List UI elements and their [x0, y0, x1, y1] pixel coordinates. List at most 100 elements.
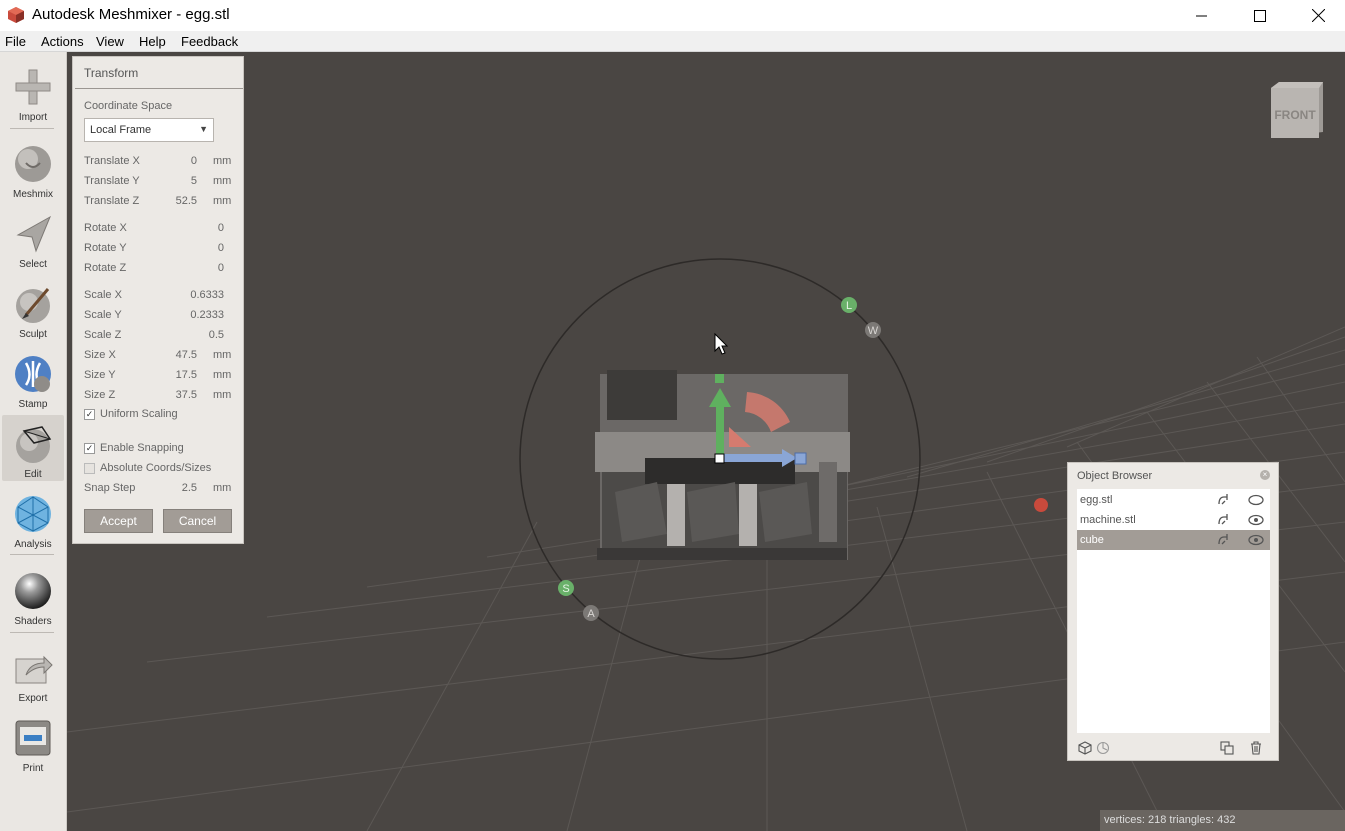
tool-print[interactable]: Print	[2, 709, 64, 775]
menu-view[interactable]: View	[96, 34, 124, 49]
size-z-field[interactable]: 37.5	[147, 389, 197, 401]
translate-y-label: Translate Y	[84, 175, 140, 187]
rotate-y-field[interactable]: 0	[174, 242, 224, 254]
view-cube[interactable]: FRONT	[1267, 80, 1325, 140]
menu-feedback[interactable]: Feedback	[181, 34, 238, 49]
shader-sphere-icon	[15, 573, 51, 609]
status-bar: vertices: 218 triangles: 432	[1100, 810, 1345, 831]
printer-icon	[15, 720, 51, 756]
panel-divider	[75, 88, 243, 89]
scale-z-field[interactable]: 0.5	[174, 329, 224, 341]
tool-edit-label: Edit	[24, 469, 42, 480]
cancel-button[interactable]: Cancel	[163, 509, 232, 533]
close-icon[interactable]: ×	[1260, 470, 1270, 480]
minimize-button[interactable]	[1173, 0, 1231, 31]
gizmo-label-s[interactable]: S	[558, 580, 574, 596]
eye-icon[interactable]	[1248, 513, 1264, 527]
snap-step-label: Snap Step	[84, 482, 136, 494]
tool-meshmix-label: Meshmix	[12, 189, 53, 200]
magnet-icon[interactable]	[1216, 533, 1230, 547]
coord-space-dropdown[interactable]: Local Frame ▼	[84, 118, 214, 142]
tool-select[interactable]: Select	[2, 205, 64, 271]
export-arrow-icon	[15, 655, 53, 684]
translate-y-field[interactable]: 5	[147, 175, 197, 187]
svg-text:A: A	[587, 608, 595, 620]
tool-import-label: Import	[18, 112, 48, 123]
accept-button[interactable]: Accept	[84, 509, 153, 533]
tool-sculpt-label: Sculpt	[19, 329, 47, 340]
size-x-label: Size X	[84, 349, 116, 361]
tool-analysis-label: Analysis	[14, 539, 52, 550]
window-title: Autodesk Meshmixer - egg.stl	[32, 6, 230, 23]
scale-x-field[interactable]: 0.6333	[174, 289, 224, 301]
left-toolbar: Import Meshmix Select Sculpt Stamp Edit …	[0, 52, 67, 831]
size-z-unit: mm	[213, 389, 232, 401]
size-x-unit: mm	[213, 349, 232, 361]
translate-x-label: Translate X	[84, 155, 140, 167]
tool-stamp[interactable]: Stamp	[2, 345, 64, 411]
tool-edit[interactable]: Edit	[2, 415, 64, 481]
select-arrow-icon	[16, 215, 52, 253]
menu-help[interactable]: Help	[139, 34, 166, 49]
panel-title: Transform	[84, 66, 139, 80]
svg-text:S: S	[562, 583, 569, 595]
list-item[interactable]: cube	[1077, 530, 1270, 550]
tool-analysis[interactable]: Analysis	[2, 485, 64, 551]
menu-actions[interactable]: Actions	[41, 34, 84, 49]
maximize-button[interactable]	[1231, 0, 1289, 31]
scale-y-field[interactable]: 0.2333	[174, 309, 224, 321]
enable-snapping-label: Enable Snapping	[100, 442, 184, 454]
tool-shaders[interactable]: Shaders	[2, 562, 64, 628]
snap-step-field[interactable]: 2.5	[147, 482, 197, 494]
list-item[interactable]: machine.stl	[1077, 510, 1270, 530]
maximize-icon	[1254, 9, 1266, 22]
absolute-coords-checkbox[interactable]	[84, 463, 95, 474]
coord-space-value: Local Frame	[90, 124, 152, 136]
translate-z-field[interactable]: 52.5	[147, 195, 197, 207]
menu-bar: File Actions View Help Feedback	[0, 31, 1345, 52]
translate-z-label: Translate Z	[84, 195, 140, 207]
visibility-hidden-icon[interactable]	[1248, 493, 1264, 507]
rotate-x-label: Rotate X	[84, 222, 127, 234]
scale-y-label: Scale Y	[84, 309, 122, 321]
rotate-x-field[interactable]: 0	[174, 222, 224, 234]
object-list: egg.stl machine.stl cube	[1077, 489, 1270, 733]
pivot-marker[interactable]	[1034, 498, 1048, 512]
size-y-field[interactable]: 17.5	[147, 369, 197, 381]
menu-file[interactable]: File	[5, 34, 26, 49]
rotate-z-field[interactable]: 0	[174, 262, 224, 274]
close-icon	[1311, 9, 1325, 22]
object-name: cube	[1080, 534, 1104, 546]
chevron-down-icon: ▼	[199, 124, 208, 134]
size-x-field[interactable]: 47.5	[147, 349, 197, 361]
duplicate-icon[interactable]	[1220, 741, 1234, 755]
edit-mesh-icon	[16, 426, 52, 463]
list-item[interactable]: egg.stl	[1077, 490, 1270, 510]
magnet-icon[interactable]	[1216, 513, 1230, 527]
title-bar: Autodesk Meshmixer - egg.stl	[0, 0, 1345, 31]
close-window-button[interactable]	[1289, 0, 1345, 31]
eye-icon[interactable]	[1248, 533, 1264, 547]
coord-space-label: Coordinate Space	[84, 100, 173, 112]
gizmo-label-a[interactable]: A	[583, 605, 599, 621]
tool-meshmix[interactable]: Meshmix	[2, 135, 64, 201]
object-browser-title: Object Browser	[1077, 470, 1153, 482]
trash-icon[interactable]	[1249, 741, 1263, 755]
tool-export[interactable]: Export	[2, 639, 64, 705]
tool-import[interactable]: Import	[2, 58, 64, 124]
uniform-scaling-checkbox[interactable]: ✓	[84, 409, 95, 420]
minimize-icon	[1196, 15, 1207, 16]
size-y-unit: mm	[213, 369, 232, 381]
gizmo-label-l[interactable]: L	[841, 297, 857, 313]
gizmo-label-w[interactable]: W	[865, 322, 881, 338]
pivot-icon[interactable]	[1096, 741, 1110, 755]
enable-snapping-checkbox[interactable]: ✓	[84, 443, 95, 454]
view-cube-face-label: FRONT	[1274, 108, 1316, 122]
scale-z-label: Scale Z	[84, 329, 122, 341]
tool-select-label: Select	[19, 259, 47, 270]
tool-sculpt[interactable]: Sculpt	[2, 275, 64, 341]
cube-icon[interactable]	[1078, 741, 1092, 755]
object-name: egg.stl	[1080, 494, 1113, 506]
translate-x-field[interactable]: 0	[147, 155, 197, 167]
magnet-icon[interactable]	[1216, 493, 1230, 507]
